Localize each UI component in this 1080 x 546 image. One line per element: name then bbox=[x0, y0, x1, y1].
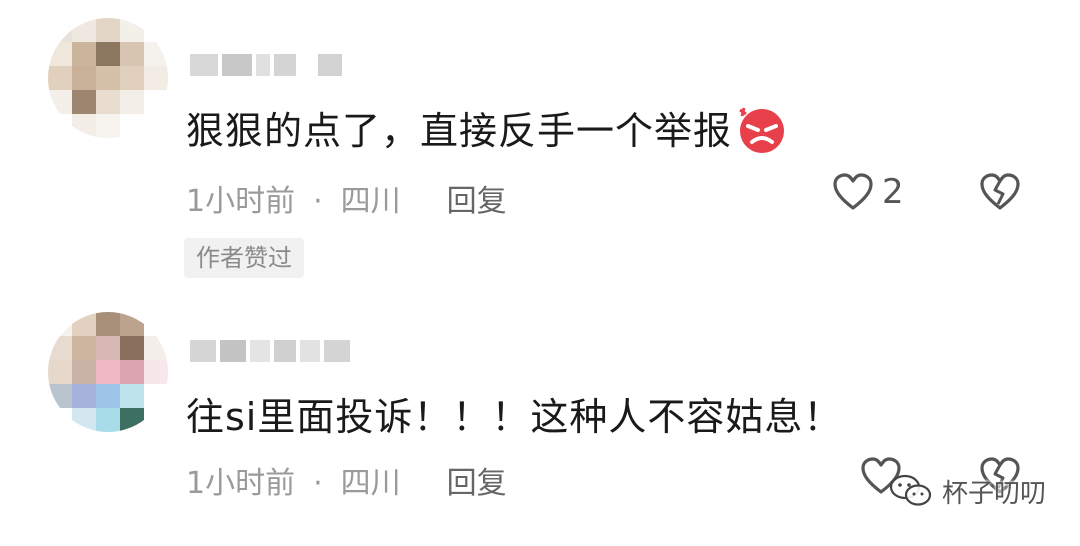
reply-button[interactable]: 回复 bbox=[447, 466, 507, 501]
wechat-icon bbox=[889, 474, 932, 506]
watermark-text: 杯子叨叨 bbox=[942, 478, 1047, 509]
comment-text: 往si里面投诉！！！这种人不容姑息！ bbox=[186, 395, 843, 439]
comment-location: 四川 bbox=[340, 466, 401, 501]
avatar[interactable] bbox=[48, 312, 168, 432]
comment-item: 往si里面投诉！！！这种人不容姑息！ 1小时前 · 四川 回复 bbox=[0, 0, 1080, 501]
username-blurred[interactable] bbox=[190, 340, 354, 362]
comment-time: 1小时前 bbox=[186, 466, 296, 501]
comment-meta: 1小时前 · 四川 回复 bbox=[186, 458, 507, 502]
watermark: 杯子叨叨 bbox=[888, 472, 1046, 510]
meta-separator: · bbox=[313, 466, 323, 501]
